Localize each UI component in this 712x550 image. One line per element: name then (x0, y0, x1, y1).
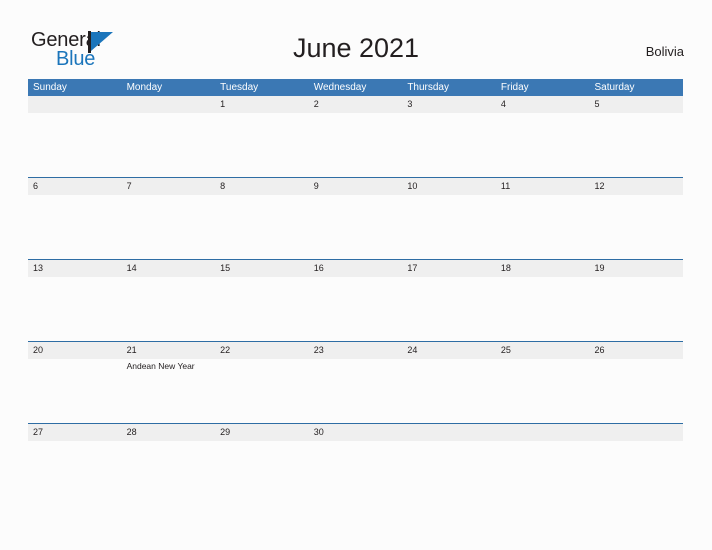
day-cell-1[interactable] (215, 113, 309, 177)
day-cell-11[interactable] (496, 195, 590, 259)
day-number-22[interactable]: 22 (215, 342, 309, 359)
week-number-band: 13 14 15 16 17 18 19 (28, 260, 683, 277)
day-cell-21[interactable]: Andean New Year (122, 359, 216, 423)
day-number-9[interactable]: 9 (309, 178, 403, 195)
day-number-23[interactable]: 23 (309, 342, 403, 359)
day-cell-19[interactable] (589, 277, 683, 341)
day-number-empty (28, 96, 122, 113)
day-number-6[interactable]: 6 (28, 178, 122, 195)
day-header-thursday: Thursday (407, 82, 449, 93)
day-cell-empty (496, 441, 590, 505)
day-header-monday: Monday (126, 82, 163, 93)
day-number-25[interactable]: 25 (496, 342, 590, 359)
day-cell-18[interactable] (496, 277, 590, 341)
day-header-friday: Friday (500, 82, 529, 93)
day-number-30[interactable]: 30 (309, 424, 403, 441)
day-cell-8[interactable] (215, 195, 309, 259)
day-number-7[interactable]: 7 (122, 178, 216, 195)
day-number-10[interactable]: 10 (402, 178, 496, 195)
day-cell-26[interactable] (589, 359, 683, 423)
calendar-week-row: 27 28 29 30 (28, 423, 683, 505)
day-cell-6[interactable] (28, 195, 122, 259)
week-event-band (28, 195, 683, 259)
day-header-saturday: Saturday (594, 82, 635, 93)
day-number-18[interactable]: 18 (496, 260, 590, 277)
day-number-8[interactable]: 8 (215, 178, 309, 195)
day-number-13[interactable]: 13 (28, 260, 122, 277)
day-cell-12[interactable] (589, 195, 683, 259)
day-number-28[interactable]: 28 (122, 424, 216, 441)
day-number-17[interactable]: 17 (402, 260, 496, 277)
day-header-sunday: Sunday (33, 82, 67, 93)
day-cell-10[interactable] (402, 195, 496, 259)
day-number-29[interactable]: 29 (215, 424, 309, 441)
day-number-11[interactable]: 11 (496, 178, 590, 195)
day-cell-28[interactable] (122, 441, 216, 505)
day-number-1[interactable]: 1 (215, 96, 309, 113)
country-label: Bolivia (645, 44, 684, 59)
week-event-band (28, 441, 683, 505)
day-cell-13[interactable] (28, 277, 122, 341)
day-number-14[interactable]: 14 (122, 260, 216, 277)
day-cell-23[interactable] (309, 359, 403, 423)
calendar-grid: Sunday Monday Tuesday Wednesday Thursday Frid… (28, 79, 683, 505)
day-cell-empty (28, 113, 122, 177)
day-number-empty (589, 424, 683, 441)
day-number-27[interactable]: 27 (28, 424, 122, 441)
day-cell-20[interactable] (28, 359, 122, 423)
calendar-week-row: 12345 (28, 96, 683, 177)
day-cell-9[interactable] (309, 195, 403, 259)
day-cell-27[interactable] (28, 441, 122, 505)
calendar-week-row: 6 7 8 9 10 11 12 (28, 177, 683, 259)
day-cell-25[interactable] (496, 359, 590, 423)
day-cell-empty (402, 441, 496, 505)
day-cell-30[interactable] (309, 441, 403, 505)
day-cell-24[interactable] (402, 359, 496, 423)
day-header-tuesday: Tuesday (220, 82, 259, 93)
day-number-20[interactable]: 20 (28, 342, 122, 359)
week-number-band: 20 21 22 23 24 25 26 (28, 342, 683, 359)
day-cell-17[interactable] (402, 277, 496, 341)
day-cell-5[interactable] (589, 113, 683, 177)
calendar-weeks: 1 2 3 4 5 6 7 8 9 10 11 12 13 14 15 16 17 18 19 20 21 22 23 24 2… (28, 96, 683, 505)
day-cell-29[interactable] (215, 441, 309, 505)
day-number-5[interactable]: 5 (589, 96, 683, 113)
calendar-event: Andean New Year (126, 361, 195, 371)
day-number-empty (122, 96, 216, 113)
day-header-wednesday: Wednesday (313, 82, 367, 93)
day-number-19[interactable]: 19 (589, 260, 683, 277)
page-title: June 2021 (292, 33, 420, 63)
week-event-band: Andean New Year (28, 359, 683, 423)
day-number-2[interactable]: 2 (309, 96, 403, 113)
day-number-empty (402, 424, 496, 441)
week-number-band: 6 7 8 9 10 11 12 (28, 178, 683, 195)
day-cell-empty (589, 441, 683, 505)
day-number-12[interactable]: 12 (589, 178, 683, 195)
day-cell-22[interactable] (215, 359, 309, 423)
week-number-band: 27 28 29 30 (28, 424, 683, 441)
day-cell-3[interactable] (402, 113, 496, 177)
calendar-week-row: 20 21 22 23 24 25 26 Andean New Year (28, 341, 683, 423)
week-event-band (28, 277, 683, 341)
week-number-band: 12345 (28, 96, 683, 113)
day-number-3[interactable]: 3 (402, 96, 496, 113)
day-cell-empty (122, 113, 216, 177)
page-header: General Blue June 2021 Bolivia (0, 0, 712, 78)
day-cell-15[interactable] (215, 277, 309, 341)
calendar-week-row: 13 14 15 16 17 18 19 (28, 259, 683, 341)
week-event-band (28, 113, 683, 177)
day-number-empty (496, 424, 590, 441)
day-cell-7[interactable] (122, 195, 216, 259)
day-number-16[interactable]: 16 (309, 260, 403, 277)
day-number-24[interactable]: 24 (402, 342, 496, 359)
day-number-4[interactable]: 4 (496, 96, 590, 113)
day-cell-14[interactable] (122, 277, 216, 341)
day-cell-16[interactable] (309, 277, 403, 341)
day-number-26[interactable]: 26 (589, 342, 683, 359)
day-of-week-header-row: Sunday Monday Tuesday Wednesday Thursday Frid… (28, 79, 683, 96)
day-cell-2[interactable] (309, 113, 403, 177)
day-number-21[interactable]: 21 (122, 342, 216, 359)
day-number-15[interactable]: 15 (215, 260, 309, 277)
day-cell-4[interactable] (496, 113, 590, 177)
